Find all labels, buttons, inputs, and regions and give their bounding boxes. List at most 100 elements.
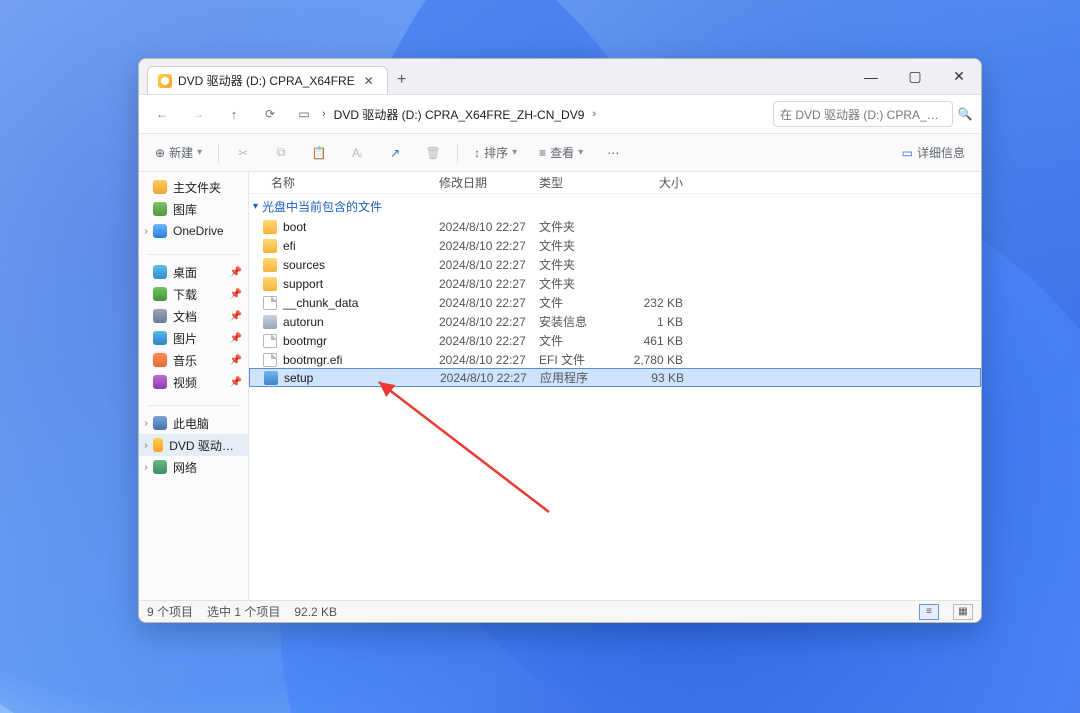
file-icon — [263, 239, 277, 253]
status-size: 92.2 KB — [294, 605, 337, 619]
file-row[interactable]: boot2024/8/10 22:27文件夹 — [249, 217, 981, 236]
sidebar-item-videos[interactable]: 视频📌 — [139, 371, 248, 393]
pin-icon: 📌 — [230, 333, 242, 344]
col-date[interactable]: 修改日期 — [439, 174, 539, 191]
file-list[interactable]: ▾ 光盘中当前包含的文件 boot2024/8/10 22:27文件夹 efi 20… — [249, 194, 981, 600]
file-icon — [263, 334, 277, 348]
copy-button[interactable]: ⧉ — [267, 140, 295, 166]
sidebar-item-home[interactable]: 主文件夹 — [139, 176, 248, 198]
sidebar-item-thispc[interactable]: ›此电脑 — [139, 412, 248, 434]
search-icon[interactable]: 🔍 — [955, 107, 975, 121]
file-row[interactable]: bootmgr.efi2024/8/10 22:27EFI 文件2,780 KB — [249, 350, 981, 369]
file-row[interactable]: autorun2024/8/10 22:27安装信息1 KB — [249, 312, 981, 331]
file-size: 93 KB — [626, 371, 696, 385]
rename-button[interactable]: Aᵢ — [343, 140, 371, 166]
file-row[interactable]: setup2024/8/10 22:27应用程序93 KB — [249, 368, 981, 387]
file-name: __chunk_data — [283, 296, 358, 310]
annotation-arrow — [369, 372, 569, 522]
col-type[interactable]: 类型 — [539, 174, 625, 191]
maximize-button[interactable]: ▢ — [893, 59, 937, 94]
more-button[interactable]: ⋯ — [599, 140, 627, 166]
sidebar-item-downloads[interactable]: 下载📌 — [139, 283, 248, 305]
icons-view-button[interactable]: ▦ — [953, 604, 973, 620]
close-button[interactable]: ✕ — [937, 59, 981, 94]
file-row[interactable]: sources2024/8/10 22:27文件夹 — [249, 255, 981, 274]
group-header[interactable]: ▾ 光盘中当前包含的文件 — [249, 194, 981, 217]
back-button[interactable]: ← — [145, 99, 179, 129]
file-type: 文件 — [539, 332, 625, 349]
file-name: autorun — [283, 315, 324, 329]
file-type: 安装信息 — [539, 313, 625, 330]
file-icon — [263, 353, 277, 367]
file-name: sources — [283, 258, 325, 272]
tab-close-icon[interactable]: ✕ — [361, 73, 377, 89]
new-tab-button[interactable]: + — [388, 66, 416, 94]
refresh-button[interactable]: ⟳ — [253, 99, 287, 129]
paste-button[interactable]: 📋 — [305, 140, 333, 166]
sidebar-item-music[interactable]: 音乐📌 — [139, 349, 248, 371]
chevron-right-icon[interactable]: › — [141, 462, 151, 473]
file-row[interactable]: bootmgr2024/8/10 22:27文件461 KB — [249, 331, 981, 350]
sidebar-item-onedrive[interactable]: ›OneDrive — [139, 220, 248, 242]
file-type: 文件夹 — [539, 256, 625, 273]
file-date: 2024/8/10 22:27 — [439, 239, 539, 253]
details-pane-button[interactable]: ▭ 详细信息 — [896, 140, 971, 166]
breadcrumb-label: DVD 驱动器 (D:) CPRA_X64FRE_ZH-CN_DV9 — [334, 106, 585, 123]
titlebar: DVD 驱动器 (D:) CPRA_X64FRE ✕ + — ▢ ✕ — [139, 59, 981, 94]
pin-icon: 📌 — [230, 377, 242, 388]
sidebar-item-dvd[interactable]: ›DVD 驱动器 (D:) C — [139, 434, 248, 456]
chevron-right-icon[interactable]: › — [141, 226, 151, 237]
file-type: 文件夹 — [539, 275, 625, 292]
details-view-button[interactable]: ≡ — [919, 604, 939, 620]
file-date: 2024/8/10 22:27 — [439, 277, 539, 291]
chevron-right-icon: › — [586, 108, 602, 120]
minimize-button[interactable]: — — [849, 59, 893, 94]
tab[interactable]: DVD 驱动器 (D:) CPRA_X64FRE ✕ — [147, 66, 388, 94]
screen-icon: ▭ — [294, 107, 314, 121]
file-name: efi — [283, 239, 296, 253]
share-button[interactable]: ↗ — [381, 140, 409, 166]
file-icon — [264, 371, 278, 385]
status-selected: 选中 1 个项目 — [207, 603, 280, 620]
file-size: 2,780 KB — [625, 353, 695, 367]
sidebar-item-gallery[interactable]: 图库 — [139, 198, 248, 220]
file-icon — [263, 277, 277, 291]
new-button[interactable]: ⊕ 新建 ▾ — [149, 140, 208, 166]
search-input[interactable]: 在 DVD 驱动器 (D:) CPRA_X64FRE_ZH — [773, 101, 953, 127]
file-name: setup — [284, 371, 313, 385]
up-button[interactable]: ↑ — [217, 99, 251, 129]
explorer-window: DVD 驱动器 (D:) CPRA_X64FRE ✕ + — ▢ ✕ ← → ↑… — [138, 58, 982, 623]
forward-button[interactable]: → — [181, 99, 215, 129]
breadcrumb[interactable]: ▭ › DVD 驱动器 (D:) CPRA_X64FRE_ZH-CN_DV9 › — [289, 100, 771, 128]
file-row[interactable]: support 2024/8/10 22:27文件夹 — [249, 274, 981, 293]
pin-icon: 📌 — [230, 267, 242, 278]
sidebar-item-network[interactable]: ›网络 — [139, 456, 248, 478]
sidebar-item-documents[interactable]: 文档📌 — [139, 305, 248, 327]
file-name: support — [283, 277, 323, 291]
file-row[interactable]: __chunk_data2024/8/10 22:27文件232 KB — [249, 293, 981, 312]
chevron-down-icon[interactable]: ▾ — [253, 201, 258, 212]
file-size: 1 KB — [625, 315, 695, 329]
chevron-right-icon[interactable]: › — [141, 418, 151, 429]
body: 主文件夹 图库 ›OneDrive 桌面📌 下载📌 文档📌 图片📌 音乐📌 视频… — [139, 172, 981, 600]
file-size: 461 KB — [625, 334, 695, 348]
file-date: 2024/8/10 22:27 — [439, 353, 539, 367]
tab-title: DVD 驱动器 (D:) CPRA_X64FRE — [178, 72, 355, 89]
sidebar-item-desktop[interactable]: 桌面📌 — [139, 261, 248, 283]
sort-button[interactable]: ↕ 排序 ▾ — [468, 140, 523, 166]
cut-button[interactable]: ✂ — [229, 140, 257, 166]
file-type: 文件夹 — [539, 218, 625, 235]
pin-icon: 📌 — [230, 355, 242, 366]
col-name[interactable]: 名称 — [249, 174, 439, 191]
download-icon — [153, 287, 167, 301]
col-size[interactable]: 大小 — [625, 174, 695, 191]
view-button[interactable]: ≡ 查看 ▾ — [533, 140, 589, 166]
file-list-area: 名称 修改日期 类型 大小 ▾ 光盘中当前包含的文件 boot2024/8/10… — [249, 172, 981, 600]
sidebar-item-pictures[interactable]: 图片📌 — [139, 327, 248, 349]
delete-button[interactable]: 🗑 — [419, 140, 447, 166]
file-size: 232 KB — [625, 296, 695, 310]
file-row[interactable]: efi 2024/8/10 22:27文件夹 — [249, 236, 981, 255]
chevron-right-icon[interactable]: › — [141, 440, 151, 451]
file-type: 文件夹 — [539, 237, 625, 254]
file-date: 2024/8/10 22:27 — [440, 371, 540, 385]
